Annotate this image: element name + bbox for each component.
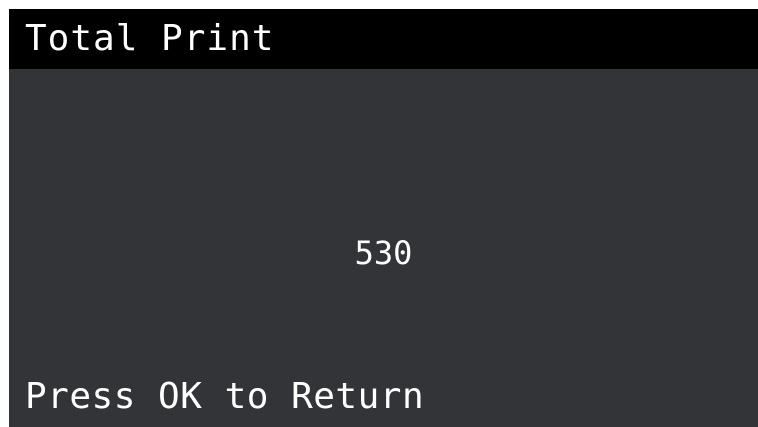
screen-title: Total Print [25, 18, 275, 59]
return-instruction: Press OK to Return [25, 376, 425, 417]
title-bar: Total Print [9, 9, 758, 69]
lcd-screen: Total Print 530 Press OK to Return [9, 9, 758, 427]
total-print-count: 530 [354, 234, 413, 272]
